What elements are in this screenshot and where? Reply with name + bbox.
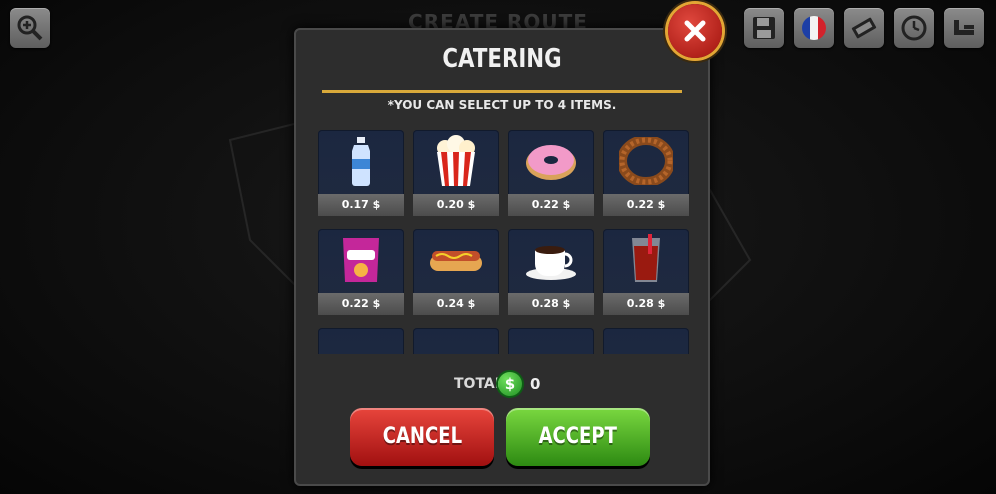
clock-icon xyxy=(901,15,927,41)
france-flag-icon xyxy=(802,16,826,40)
clock-button[interactable] xyxy=(894,8,934,48)
title-divider xyxy=(322,90,682,93)
catering-item-popcorn[interactable]: 0.20 $ xyxy=(413,130,499,216)
close-icon xyxy=(684,20,706,42)
save-button[interactable] xyxy=(744,8,784,48)
seat-button[interactable] xyxy=(944,8,984,48)
item-price: 0.20 $ xyxy=(413,194,499,216)
item-price: 0.22 $ xyxy=(318,293,404,315)
item-price: 0.24 $ xyxy=(413,293,499,315)
catering-item-water[interactable]: 0.17 $ xyxy=(318,130,404,216)
tickets-icon xyxy=(851,17,877,39)
close-dialog-button[interactable] xyxy=(668,4,722,58)
catering-item-chips[interactable]: 0.22 $ xyxy=(318,229,404,315)
donut-icon xyxy=(508,130,594,192)
simit-bagel-icon xyxy=(603,130,689,192)
catering-item-donut[interactable]: 0.22 $ xyxy=(508,130,594,216)
accept-label: ACCEPT xyxy=(538,424,618,449)
item-price: 0.17 $ xyxy=(318,194,404,216)
salad-plate-icon xyxy=(508,328,594,354)
selection-limit-note: *YOU CAN SELECT UP TO 4 ITEMS. xyxy=(387,98,617,112)
item-price: 0.22 $ xyxy=(603,194,689,216)
soup-plate-icon xyxy=(413,328,499,354)
popcorn-icon xyxy=(413,130,499,192)
tickets-button[interactable] xyxy=(844,8,884,48)
dialog-title: CATERING xyxy=(442,44,562,74)
hotdog-icon xyxy=(413,229,499,291)
catering-item-cola[interactable]: 0.28 $ xyxy=(603,229,689,315)
catering-item-dessert[interactable] xyxy=(603,328,689,354)
water-bottle-icon xyxy=(318,130,404,192)
chips-bag-icon xyxy=(318,229,404,291)
item-price: 0.28 $ xyxy=(508,293,594,315)
plane-seat-icon xyxy=(954,20,974,35)
item-price: 0.28 $ xyxy=(603,293,689,315)
save-disk-icon xyxy=(753,17,775,39)
catering-item-salad[interactable] xyxy=(508,328,594,354)
catering-item-coffee[interactable]: 0.28 $ xyxy=(508,229,594,315)
coffee-cup-icon xyxy=(508,229,594,291)
ice-cream-icon xyxy=(318,328,404,354)
total-label: TOTAL xyxy=(454,376,504,392)
dollar-coin-icon: $ xyxy=(498,372,522,396)
cancel-button[interactable]: CANCEL xyxy=(350,408,494,466)
catering-item-ice-cream[interactable] xyxy=(318,328,404,354)
item-price: 0.22 $ xyxy=(508,194,594,216)
language-button[interactable] xyxy=(794,8,834,48)
accept-button[interactable]: ACCEPT xyxy=(506,408,650,466)
dessert-plate-icon xyxy=(603,328,689,354)
catering-item-hotdog[interactable]: 0.24 $ xyxy=(413,229,499,315)
cancel-label: CANCEL xyxy=(382,424,462,449)
zoom-in-button[interactable] xyxy=(10,8,50,48)
catering-dialog: CATERING *YOU CAN SELECT UP TO 4 ITEMS. … xyxy=(294,28,710,486)
catering-item-grid[interactable]: 0.17 $ 0.20 $ 0.22 $ 0.22 $ 0.22 $ 0.24 … xyxy=(316,128,690,354)
zoom-in-icon xyxy=(17,15,43,41)
catering-item-soup[interactable] xyxy=(413,328,499,354)
cola-glass-icon xyxy=(603,229,689,291)
total-value: 0 xyxy=(530,375,541,393)
catering-item-simit[interactable]: 0.22 $ xyxy=(603,130,689,216)
